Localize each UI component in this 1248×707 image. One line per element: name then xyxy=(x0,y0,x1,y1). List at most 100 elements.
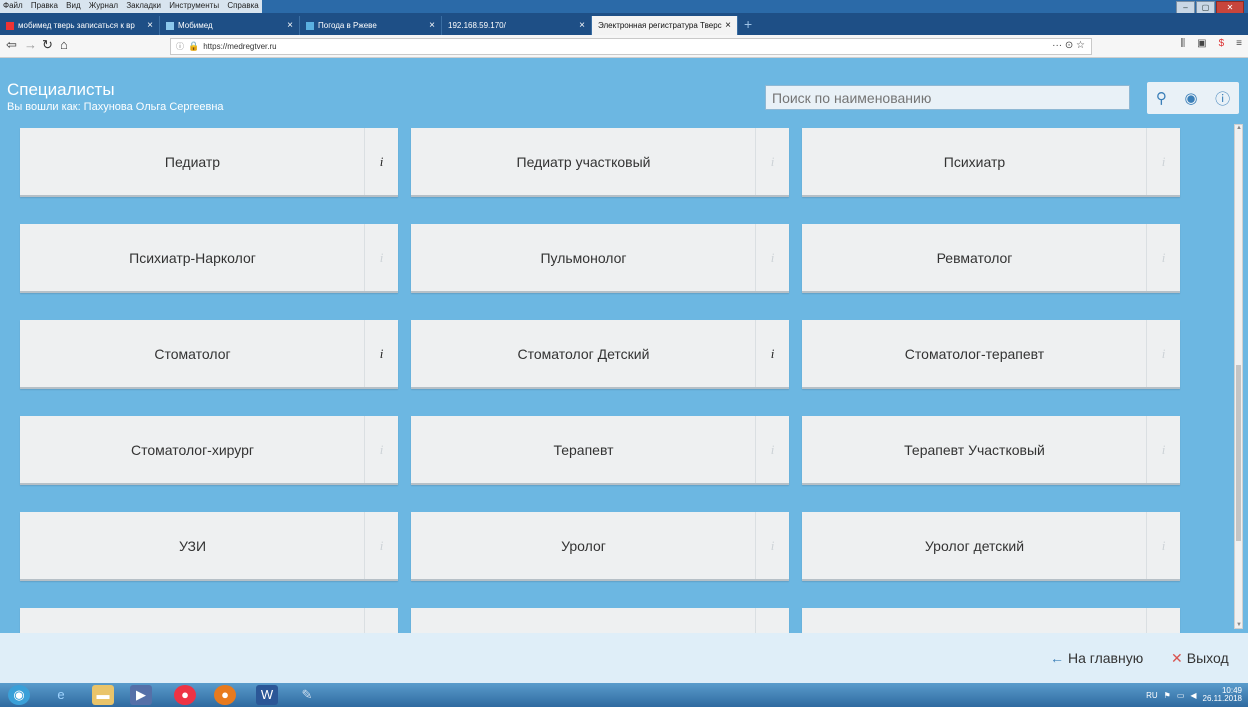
word-icon[interactable]: W xyxy=(256,685,278,705)
info-icon[interactable]: i xyxy=(755,416,789,483)
specialist-card[interactable]: Стоматолог-терапевт i xyxy=(802,320,1180,389)
close-tab-icon[interactable]: × xyxy=(287,20,293,31)
home-icon[interactable]: ⌂ xyxy=(60,37,68,52)
specialist-card[interactable]: i xyxy=(20,608,398,633)
specialist-card[interactable]: Уролог i xyxy=(411,512,789,581)
specialists-list: Педиатр i Педиатр участковый i Психиатр i Псих… xyxy=(0,120,1248,633)
search-input[interactable] xyxy=(765,85,1130,110)
page-actions-icon[interactable]: ··· ⊙ ☆ xyxy=(1052,40,1085,51)
flag-icon[interactable]: ⚑ xyxy=(1164,691,1171,700)
menu-history[interactable]: Журнал xyxy=(86,0,121,10)
info-icon[interactable]: i xyxy=(1146,512,1180,579)
specialist-card[interactable]: Стоматолог i xyxy=(20,320,398,389)
specialist-card[interactable]: Терапевт Участковый i xyxy=(802,416,1180,485)
close-tab-icon[interactable]: × xyxy=(147,20,153,31)
info-icon[interactable]: i xyxy=(364,512,398,579)
menu-help[interactable]: Справка xyxy=(224,0,261,10)
specialist-card[interactable]: i xyxy=(411,608,789,633)
volume-icon[interactable]: ◀ xyxy=(1190,691,1196,700)
network-icon[interactable]: ▭ xyxy=(1177,691,1185,700)
info-icon[interactable]: i xyxy=(1146,224,1180,291)
browser-tab[interactable]: 192.168.59.170/ × xyxy=(442,16,592,35)
reload-icon[interactable]: ↻ xyxy=(42,37,53,53)
specialist-card[interactable]: Психиатр i xyxy=(802,128,1180,197)
yandex-icon xyxy=(6,21,14,30)
extension-icon[interactable]: $ xyxy=(1219,38,1225,49)
exit-button-label: Выход xyxy=(1186,650,1229,666)
search-icon[interactable]: ⚲ xyxy=(1156,89,1167,107)
info-icon[interactable]: i xyxy=(1146,128,1180,195)
menu-view[interactable]: Вид xyxy=(63,0,83,10)
specialist-name xyxy=(20,608,365,633)
menu-edit[interactable]: Правка xyxy=(28,0,61,10)
url-bar[interactable]: ⓘ 🔒 https://medregtver.ru ··· ⊙ ☆ xyxy=(170,38,1092,55)
close-tab-icon[interactable]: × xyxy=(579,20,585,31)
menu-tools[interactable]: Инструменты xyxy=(166,0,222,10)
specialist-card[interactable]: Психиатр-Нарколог i xyxy=(20,224,398,293)
close-tab-icon[interactable]: × xyxy=(429,20,435,31)
library-icon[interactable]: ⫼ xyxy=(1181,38,1186,49)
menu-bookmarks[interactable]: Закладки xyxy=(123,0,164,10)
exit-button[interactable]: ✕ Выход xyxy=(1171,645,1229,671)
info-icon[interactable]: i xyxy=(364,128,398,195)
home-button[interactable]: ← На главную xyxy=(1050,645,1143,671)
specialist-name xyxy=(802,608,1147,633)
specialist-card[interactable]: Педиатр i xyxy=(20,128,398,197)
info-icon[interactable]: ⓘ xyxy=(176,41,184,52)
specialist-name: Психиатр-Нарколог xyxy=(129,249,256,266)
info-icon[interactable]: i xyxy=(1146,320,1180,387)
specialist-card[interactable]: Педиатр участковый i xyxy=(411,128,789,197)
specialist-card[interactable]: Стоматолог-хирург i xyxy=(20,416,398,485)
info-icon[interactable]: i xyxy=(1146,608,1180,633)
info-icon[interactable]: i xyxy=(755,320,789,387)
info-icon[interactable]: i xyxy=(755,608,789,633)
forward-icon[interactable]: → xyxy=(24,37,37,52)
info-circle-icon[interactable]: ⓘ xyxy=(1215,88,1230,109)
specialist-card[interactable]: Пульмонолог i xyxy=(411,224,789,293)
paint-icon[interactable]: ✎ xyxy=(296,685,318,705)
specialist-card[interactable]: УЗИ i xyxy=(20,512,398,581)
explorer-icon[interactable]: ▬ xyxy=(92,685,114,705)
scroll-up-icon[interactable]: ▲ xyxy=(1236,125,1242,131)
specialist-name: Педиатр участковый xyxy=(516,153,651,170)
back-icon[interactable]: ⇦ xyxy=(6,37,17,53)
browser-tab[interactable]: Погода в Ржеве × xyxy=(300,16,442,35)
new-tab-icon[interactable]: + xyxy=(744,16,752,32)
info-icon[interactable]: i xyxy=(755,224,789,291)
info-icon[interactable]: i xyxy=(755,512,789,579)
info-icon[interactable]: i xyxy=(364,224,398,291)
sidebar-icon[interactable]: ▣ xyxy=(1197,38,1206,49)
scrollbar-thumb[interactable] xyxy=(1236,365,1241,541)
info-icon[interactable]: i xyxy=(1146,416,1180,483)
menu-file[interactable]: Файл xyxy=(0,0,26,10)
firefox-icon[interactable]: ● xyxy=(214,685,236,705)
browser-tab-active[interactable]: Электронная регистратура Тверс × xyxy=(592,16,738,35)
specialist-card[interactable]: Терапевт i xyxy=(411,416,789,485)
specialist-card[interactable]: Ревматолог i xyxy=(802,224,1180,293)
specialist-name: УЗИ xyxy=(178,537,207,554)
language-indicator[interactable]: RU xyxy=(1146,691,1158,700)
clock-date: 26.11.2018 xyxy=(1202,694,1242,703)
media-player-icon[interactable]: ▶ xyxy=(130,685,152,705)
specialist-card[interactable]: Уролог детский i xyxy=(802,512,1180,581)
browser-tab[interactable]: мобимед тверь записаться к вр × xyxy=(0,16,160,35)
ie-icon[interactable]: e xyxy=(50,685,72,705)
info-icon[interactable]: i xyxy=(755,128,789,195)
chrome-icon[interactable]: ● xyxy=(174,685,196,705)
info-icon[interactable]: i xyxy=(364,608,398,633)
lock-icon: 🔒 xyxy=(188,41,200,51)
eye-icon[interactable]: ◉ xyxy=(1184,89,1197,107)
specialist-card[interactable]: i xyxy=(802,608,1180,633)
close-tab-icon[interactable]: × xyxy=(725,20,731,31)
scrollbar[interactable]: ▲ ▼ xyxy=(1234,124,1243,629)
info-icon[interactable]: i xyxy=(364,416,398,483)
specialist-card[interactable]: Стоматолог Детский i xyxy=(411,320,789,389)
footer: ← На главную ✕ Выход xyxy=(0,633,1248,683)
clock[interactable]: 10:49 26.11.2018 xyxy=(1203,687,1242,703)
page-title: Специалисты xyxy=(7,80,115,99)
scroll-down-icon[interactable]: ▼ xyxy=(1236,622,1242,628)
browser-tab[interactable]: Мобимед × xyxy=(160,16,300,35)
start-button-icon[interactable]: ◉ xyxy=(8,685,30,705)
hamburger-menu-icon[interactable]: ≡ xyxy=(1236,38,1242,49)
info-icon[interactable]: i xyxy=(364,320,398,387)
